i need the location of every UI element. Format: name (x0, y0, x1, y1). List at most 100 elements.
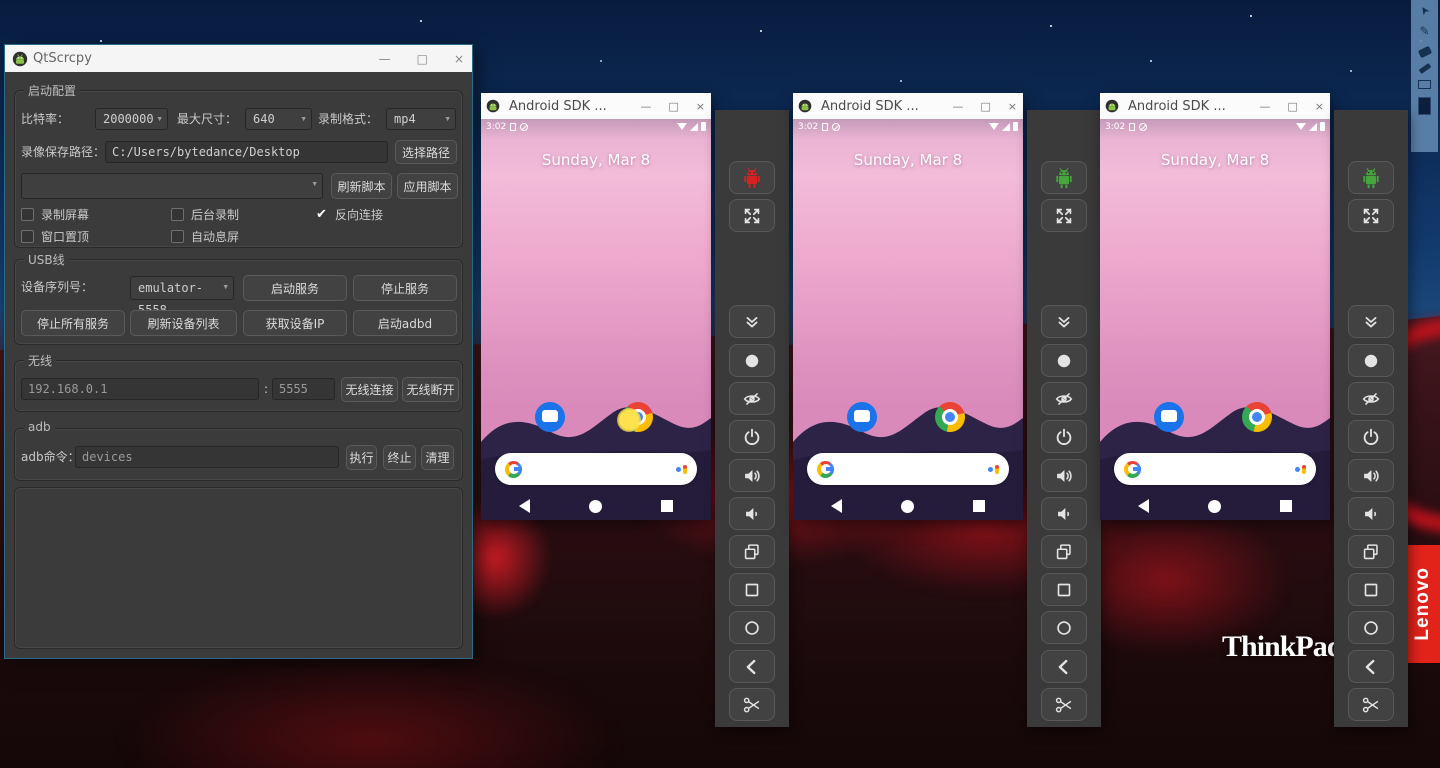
volume-down-button[interactable] (1348, 497, 1394, 530)
refresh-script-button[interactable]: 刷新脚本 (331, 173, 392, 199)
adb-execute-button[interactable]: 执行 (346, 445, 377, 470)
auto-screen-off-checkbox[interactable]: 自动息屏 (171, 228, 239, 244)
wireless-connect-button[interactable]: 无线连接 (341, 377, 398, 402)
stop-all-services-button[interactable]: 停止所有服务 (21, 310, 125, 336)
adb-terminate-button[interactable]: 终止 (383, 445, 416, 470)
eraser-icon[interactable] (1417, 46, 1431, 58)
start-adbd-button[interactable]: 启动adbd (353, 310, 457, 336)
touch-button[interactable] (1348, 344, 1394, 377)
notification-pull-button[interactable] (729, 305, 775, 338)
google-search-bar[interactable] (1114, 453, 1316, 485)
record-screen-checkbox[interactable]: 录制屏幕 (21, 206, 89, 222)
group-control-button[interactable] (1041, 161, 1087, 194)
volume-down-button[interactable] (729, 497, 775, 530)
chrome-app-icon[interactable] (935, 402, 965, 432)
back-button[interactable] (1348, 650, 1394, 683)
messages-app-icon[interactable] (535, 402, 565, 432)
choose-path-button[interactable]: 选择路径 (395, 140, 457, 164)
app-switch-button[interactable] (1348, 535, 1394, 568)
screen-off-button[interactable] (1348, 382, 1394, 415)
screen-off-button[interactable] (1041, 382, 1087, 415)
fullscreen-button[interactable] (729, 199, 775, 232)
start-service-button[interactable]: 启动服务 (243, 275, 347, 301)
back-button[interactable] (1041, 650, 1087, 683)
phone-screen[interactable]: 3:02 Sunday, Mar 8 (793, 119, 1023, 520)
screenshot-button[interactable] (729, 688, 775, 721)
savepath-input[interactable]: C:/Users/bytedance/Desktop (105, 141, 388, 163)
get-device-ip-button[interactable]: 获取设备IP (243, 310, 347, 336)
minimize-button[interactable]: — (952, 100, 963, 113)
home-button[interactable] (729, 611, 775, 644)
minimize-button[interactable]: — (640, 100, 651, 113)
android-recents-button[interactable] (1280, 500, 1292, 512)
google-search-bar[interactable] (495, 453, 697, 485)
screenshot-button[interactable] (1348, 688, 1394, 721)
pen-icon[interactable]: ✎ (1417, 24, 1432, 39)
assistant-mic-icon[interactable] (1295, 465, 1306, 474)
power-button[interactable] (1041, 420, 1087, 453)
fullscreen-button[interactable] (1041, 199, 1087, 232)
android-home-button[interactable] (901, 500, 914, 513)
format-dropdown[interactable]: mp4 (386, 108, 456, 130)
android-back-button[interactable] (519, 499, 530, 513)
marker-icon[interactable] (1418, 63, 1431, 74)
phone-screen[interactable]: 3:02 Sunday, Mar 8 (1100, 119, 1330, 520)
android-back-button[interactable] (1138, 499, 1149, 513)
refresh-devices-button[interactable]: 刷新设备列表 (130, 310, 237, 336)
minimize-button[interactable]: — (1259, 100, 1270, 113)
group-control-button[interactable] (1348, 161, 1394, 194)
touch-button[interactable] (1041, 344, 1087, 377)
android-recents-button[interactable] (973, 500, 985, 512)
script-dropdown[interactable] (21, 173, 323, 199)
ratio-icon[interactable] (1418, 80, 1431, 89)
maximize-button[interactable]: □ (417, 52, 428, 66)
menu-button[interactable] (1041, 573, 1087, 606)
volume-up-button[interactable] (1348, 459, 1394, 492)
close-button[interactable]: × (1315, 100, 1324, 113)
window-topmost-checkbox[interactable]: 窗口置顶 (21, 228, 89, 244)
serial-dropdown[interactable]: emulator-5558 (130, 276, 234, 300)
home-button[interactable] (1348, 611, 1394, 644)
app-switch-button[interactable] (729, 535, 775, 568)
qtscrcpy-titlebar[interactable]: QtScrcpy — □ × (5, 45, 472, 72)
wireless-ip-input[interactable]: 192.168.0.1 (21, 378, 259, 400)
background-record-checkbox[interactable]: 后台录制 (171, 206, 239, 222)
app-switch-button[interactable] (1041, 535, 1087, 568)
volume-up-button[interactable] (729, 459, 775, 492)
google-search-bar[interactable] (807, 453, 1009, 485)
close-button[interactable]: × (1008, 100, 1017, 113)
android-back-button[interactable] (831, 499, 842, 513)
messages-app-icon[interactable] (847, 402, 877, 432)
bitrate-dropdown[interactable]: 2000000 (95, 108, 168, 130)
adb-command-input[interactable]: devices (75, 446, 339, 468)
volume-up-button[interactable] (1041, 459, 1087, 492)
adb-log-output[interactable] (14, 487, 463, 649)
fullscreen-button[interactable] (1348, 199, 1394, 232)
emulator-titlebar[interactable]: Android SDK ... — □ × (481, 93, 711, 119)
screen-off-button[interactable] (729, 382, 775, 415)
emulator-titlebar[interactable]: Android SDK ... — □ × (793, 93, 1023, 119)
cursor-icon[interactable]: ➤ (1414, 0, 1435, 21)
back-button[interactable] (729, 650, 775, 683)
close-button[interactable]: × (454, 52, 464, 66)
power-button[interactable] (729, 420, 775, 453)
apply-script-button[interactable]: 应用脚本 (397, 173, 458, 199)
phone-screen[interactable]: 3:02 Sunday, Mar 8 (481, 119, 711, 520)
menu-button[interactable] (729, 573, 775, 606)
group-control-button[interactable] (729, 161, 775, 194)
adb-clear-button[interactable]: 清理 (421, 445, 454, 470)
maxsize-dropdown[interactable]: 640 (245, 108, 312, 130)
assistant-mic-icon[interactable] (676, 465, 687, 474)
touch-button[interactable] (729, 344, 775, 377)
color-swatch[interactable] (1418, 97, 1431, 115)
notification-pull-button[interactable] (1041, 305, 1087, 338)
reverse-connect-checkbox[interactable]: ✔ 反向连接 (315, 206, 383, 222)
assistant-mic-icon[interactable] (988, 465, 999, 474)
power-button[interactable] (1348, 420, 1394, 453)
notification-pull-button[interactable] (1348, 305, 1394, 338)
maximize-button[interactable]: □ (1287, 100, 1297, 113)
emulator-titlebar[interactable]: Android SDK ... — □ × (1100, 93, 1330, 119)
close-button[interactable]: × (696, 100, 705, 113)
chrome-app-icon[interactable] (1242, 402, 1272, 432)
wireless-port-input[interactable]: 5555 (272, 378, 335, 400)
